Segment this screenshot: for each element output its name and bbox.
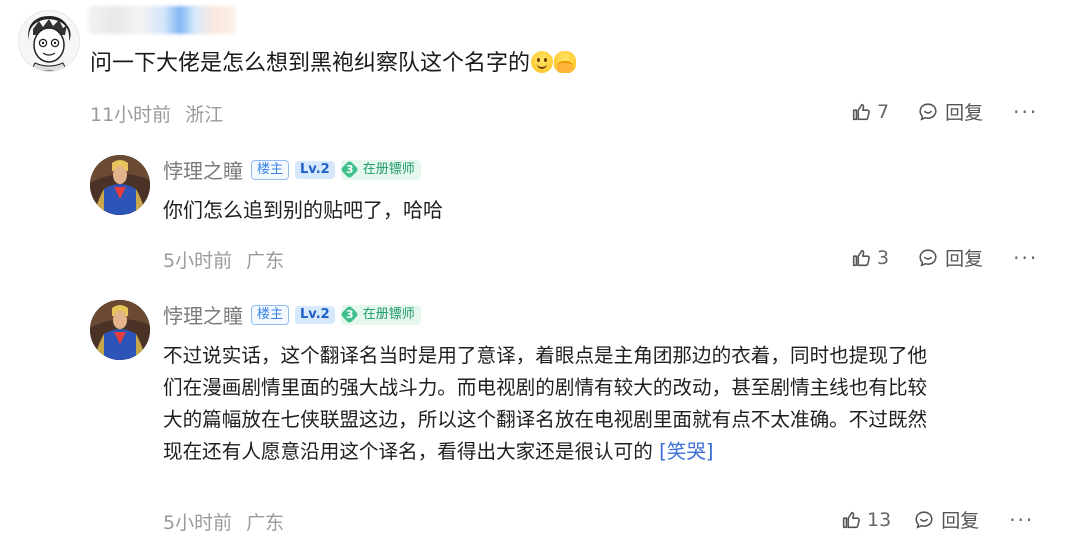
comment-meta: 11小时前 浙江 <box>90 100 223 127</box>
reply-header: 悖理之瞳 楼主 Lv.2 3 在册镖师 <box>163 155 421 184</box>
reply-bubble-icon <box>919 102 937 121</box>
reply-username[interactable]: 悖理之瞳 <box>163 155 243 184</box>
avatar[interactable] <box>90 155 150 215</box>
reply-time: 5小时前 <box>163 250 233 272</box>
comment-time: 11小时前 <box>90 104 172 126</box>
comment-actions: 7 回复 ··· <box>850 98 1038 125</box>
smile-emoji-icon <box>531 51 554 73</box>
reply-button[interactable]: 回复 <box>917 244 983 271</box>
reply-text-line: 大的篇幅放在七侠联盟这边，所以这个翻译名放在电视剧里面就有点不太准确。不过既然 <box>163 408 928 431</box>
reply-header: 悖理之瞳 楼主 Lv.2 3 在册镖师 <box>163 300 421 329</box>
more-options-icon[interactable]: ··· <box>1009 508 1034 532</box>
reply-button[interactable]: 回复 <box>917 98 983 125</box>
avatar[interactable] <box>18 10 80 72</box>
reply-text-line: 不过说实话，这个翻译名当时是用了意译，着眼点是主角团那边的衣着，同时也提现了他 <box>163 344 928 367</box>
comment-location: 浙江 <box>185 104 224 126</box>
reply-location: 广东 <box>246 512 285 534</box>
more-options-icon[interactable]: ··· <box>1013 100 1038 124</box>
reply-meta: 5小时前 广东 <box>163 246 284 273</box>
top-comment: 问一下大佬是怎么想到黑袍纠察队这个名字的 11小时前 浙江 7 回复 ··· <box>0 0 1082 140</box>
like-button[interactable]: 3 <box>850 247 889 269</box>
level-badge: Lv.2 <box>295 305 335 324</box>
like-count: 13 <box>867 508 892 531</box>
reply-meta: 5小时前 广东 <box>163 508 284 535</box>
like-button[interactable]: 7 <box>850 101 889 123</box>
thumbs-up-icon <box>852 103 870 120</box>
cartoon-avatar-icon <box>19 11 79 71</box>
owner-badge: 楼主 <box>251 304 290 325</box>
reply-text-line: 现在还有人愿意沿用这个译名，看得出大家还是很认可的 [笑哭] <box>163 436 927 468</box>
diamond-icon: 3 <box>341 161 359 179</box>
thumbs-up-icon <box>842 511 860 528</box>
reply-text-segment: 现在还有人愿意沿用这个译名，看得出大家还是很认可的 <box>163 440 660 463</box>
reply-text: 你们怎么追到别的贴吧了，哈哈 <box>163 198 443 222</box>
emoticon-text: [笑哭] <box>659 440 714 463</box>
like-count: 7 <box>877 100 890 123</box>
reply-actions: 13 回复 ··· <box>840 506 1034 533</box>
reply-time: 5小时前 <box>163 512 233 534</box>
owner-badge: 楼主 <box>251 159 290 180</box>
reply-button[interactable]: 回复 <box>913 506 979 533</box>
username-blurred[interactable] <box>88 6 236 34</box>
role-badge: 3 在册镖师 <box>340 159 421 180</box>
reply-text-line: 们在漫画剧情里面的强大战斗力。而电视剧的剧情有较大的改动，甚至剧情主线也有比较 <box>163 376 928 399</box>
like-button[interactable]: 13 <box>840 509 891 531</box>
hero-avatar-icon <box>90 155 150 215</box>
comment-body: 问一下大佬是怎么想到黑袍纠察队这个名字的 <box>90 51 531 76</box>
diamond-icon: 3 <box>341 306 359 324</box>
level-badge: Lv.2 <box>295 160 335 179</box>
role-badge-label: 在册镖师 <box>362 161 415 177</box>
comment-text: 问一下大佬是怎么想到黑袍纠察队这个名字的 <box>90 48 577 80</box>
role-badge-number: 3 <box>345 162 354 176</box>
reply-label: 回复 <box>941 510 980 532</box>
reply-bubble-icon <box>919 248 937 267</box>
more-options-icon[interactable]: ··· <box>1013 246 1038 270</box>
hands-emoji-icon <box>554 51 577 73</box>
reply-location: 广东 <box>246 250 285 272</box>
reply-actions: 3 回复 ··· <box>850 244 1038 271</box>
role-badge-number: 3 <box>345 307 354 321</box>
like-count: 3 <box>877 246 890 269</box>
role-badge: 3 在册镖师 <box>340 304 421 325</box>
reply-username[interactable]: 悖理之瞳 <box>163 300 243 329</box>
thumbs-up-icon <box>852 249 870 266</box>
reply-label: 回复 <box>945 248 984 270</box>
reply-text: 不过说实话，这个翻译名当时是用了意译，着眼点是主角团那边的衣着，同时也提现了他 … <box>163 340 927 468</box>
reply-label: 回复 <box>945 102 984 124</box>
reply-bubble-icon <box>915 510 933 529</box>
role-badge-label: 在册镖师 <box>362 306 415 322</box>
avatar[interactable] <box>90 300 150 360</box>
hero-avatar-icon <box>90 300 150 360</box>
